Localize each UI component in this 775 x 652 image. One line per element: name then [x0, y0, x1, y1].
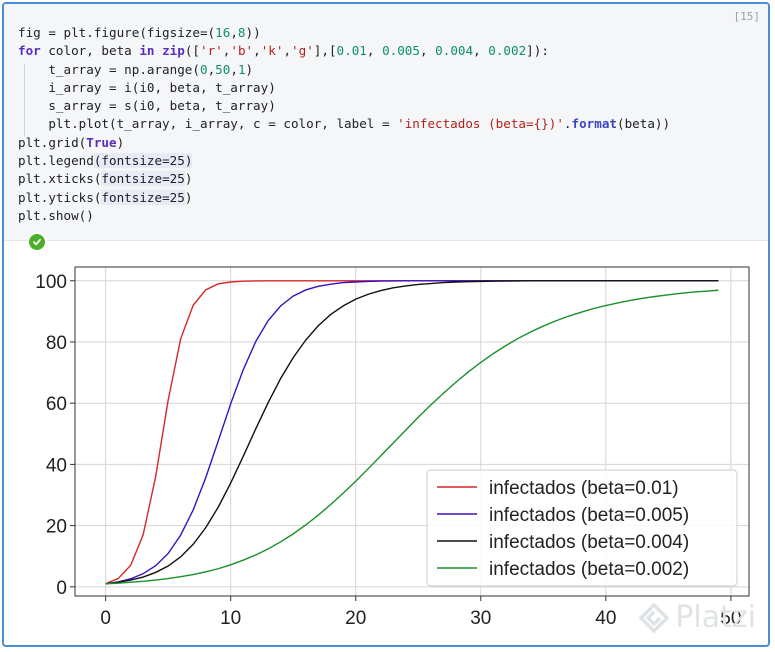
code-line: plt.show()	[18, 208, 94, 223]
code-token: i_array = i(i0, beta, t_array)	[18, 79, 276, 95]
code-token: ,	[366, 43, 383, 59]
code-token: plt.xticks(	[18, 171, 102, 187]
code-token: 0.005	[382, 43, 420, 59]
code-line: i_array = i(i0, beta, t_array)	[18, 79, 276, 95]
code-token: .	[563, 116, 572, 132]
code-token: True	[86, 134, 117, 150]
code-line: plt.yticks(fontsize=25)	[18, 189, 193, 205]
code-token: format	[571, 116, 618, 132]
code-token: ]):	[526, 43, 549, 59]
code-token: fontsize=25	[101, 171, 185, 187]
code-token: in	[139, 43, 155, 59]
code-token: 1	[237, 61, 246, 77]
code-token: ))	[245, 25, 261, 40]
code-token: ,	[230, 25, 238, 40]
code-token: ],[	[313, 43, 337, 59]
code-token: 'infectados (beta={})'	[397, 116, 564, 132]
code-token: plt.grid(	[18, 134, 87, 150]
legend-entry: infectados (beta=0.005)	[489, 505, 689, 526]
code-token: 0	[199, 61, 208, 77]
code-token: ,	[283, 43, 292, 59]
code-token: 'g'	[291, 43, 314, 59]
x-tick-label: 10	[220, 608, 241, 629]
check-circle-icon	[27, 232, 47, 252]
code-token: 16	[215, 25, 231, 40]
x-tick-label: 0	[100, 608, 111, 629]
code-token: ,	[473, 43, 489, 59]
code-line: plt.legend(fontsize=25)	[18, 153, 193, 169]
code-token: zip	[162, 43, 185, 59]
watermark-text: Platzi	[675, 600, 756, 635]
y-tick-label: 100	[35, 272, 67, 293]
y-tick-label: 0	[56, 578, 67, 599]
legend-entry: infectados (beta=0.01)	[489, 478, 679, 499]
code-token: fig = plt.figure(figsize=(	[18, 25, 216, 40]
code-token: plt.plot(t_array, i_array, c = color, la…	[18, 116, 398, 132]
code-token: )	[184, 171, 193, 187]
code-token: ([	[184, 43, 201, 59]
chart-legend: infectados (beta=0.01) infectados (beta=0…	[426, 469, 738, 587]
execution-count: [15]	[733, 10, 761, 23]
code-token: (beta))	[617, 116, 671, 132]
legend-entry: infectados (beta=0.004)	[489, 532, 689, 553]
code-editor[interactable]: fig = plt.figure(figsize=(16,8)) for col…	[18, 24, 670, 225]
legend-entry: infectados (beta=0.002)	[489, 559, 689, 580]
code-line: fig = plt.figure(figsize=(16,8))	[18, 25, 261, 40]
code-token: 0.002	[488, 43, 527, 59]
x-tick-label: 40	[595, 608, 616, 629]
code-cell[interactable]: [15] fig = plt.figure(figsize=(16,8)) fo…	[4, 4, 768, 241]
code-token: 'k'	[260, 43, 284, 59]
y-tick-label: 40	[46, 455, 67, 476]
code-token: ,	[419, 43, 436, 59]
x-tick-label: 20	[345, 608, 366, 629]
code-token: 'r'	[200, 43, 223, 59]
code-token: 0.004	[435, 43, 474, 59]
code-token: ,	[230, 61, 238, 77]
code-token: )	[184, 189, 193, 205]
code-token: )	[245, 61, 254, 77]
output-chart: 0 10 20 30 40 50020406080100 infectados (beta…	[35, 266, 750, 629]
code-token: 'b'	[230, 43, 254, 59]
x-tick-label: 30	[470, 608, 491, 629]
code-token: color, beta	[40, 43, 140, 59]
code-token: t_array = np.arange(	[18, 61, 200, 77]
code-line: plt.xticks(fontsize=25)	[18, 171, 193, 187]
notebook-cell-frame: [15] fig = plt.figure(figsize=(16,8)) fo…	[2, 2, 770, 647]
y-tick-label: 20	[46, 517, 67, 538]
code-token: )	[116, 134, 125, 150]
platzi-logo-icon	[639, 602, 670, 633]
code-token: plt.legend	[18, 153, 94, 169]
code-token: s_array = s(i0, beta, t_array)	[18, 98, 276, 114]
code-token: plt.show()	[18, 207, 94, 223]
code-line: s_array = s(i0, beta, t_array)	[18, 98, 276, 114]
y-tick-label: 80	[46, 333, 67, 354]
code-token: 8	[237, 25, 246, 40]
code-token: for	[18, 43, 41, 59]
code-token: ,	[253, 43, 261, 59]
code-token: 50	[215, 61, 231, 77]
code-line: for color, beta in zip(['r','b','k','g']…	[18, 43, 549, 58]
code-token: plt.yticks(	[18, 189, 102, 205]
code-token: fontsize=25	[101, 189, 185, 205]
watermark: Platzi	[639, 600, 756, 635]
code-token: (fontsize=25)	[93, 153, 193, 169]
code-line: plt.grid(True)	[18, 135, 124, 150]
code-token: 0.01	[336, 43, 367, 59]
code-line: t_array = np.arange(0,50,1)	[18, 62, 253, 77]
y-tick-label: 60	[46, 394, 67, 415]
code-line: plt.plot(t_array, i_array, c = color, la…	[18, 116, 670, 131]
